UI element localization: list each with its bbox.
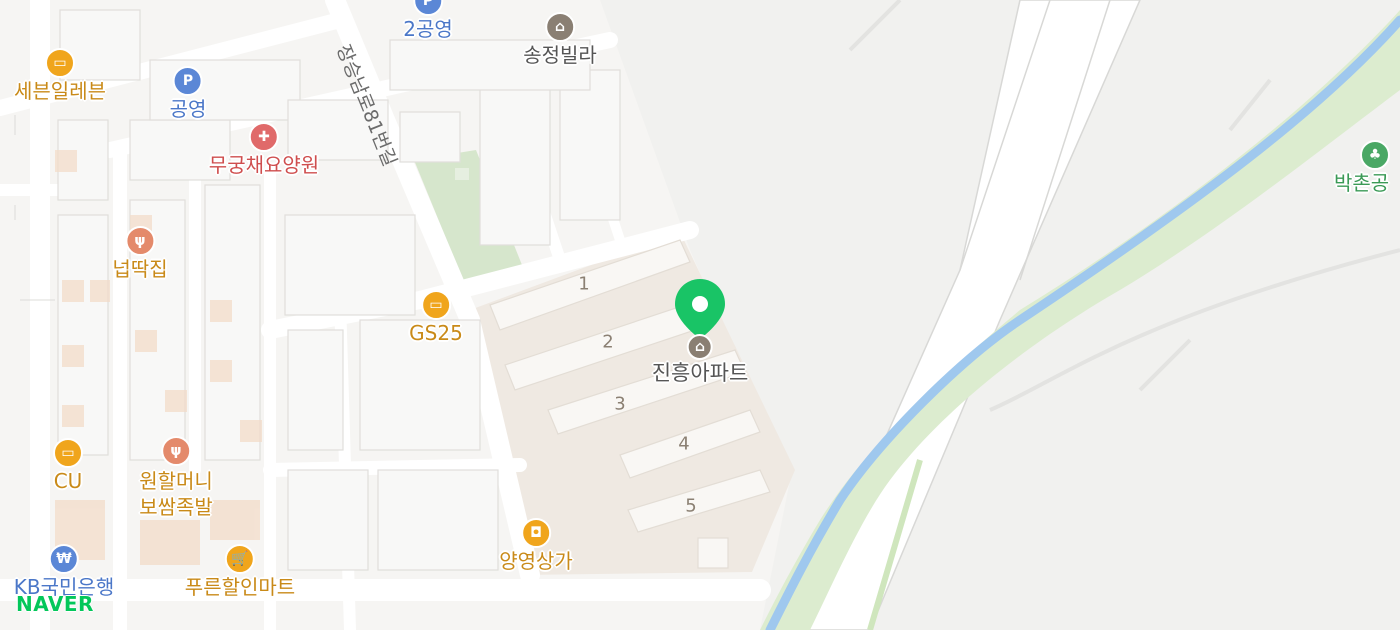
poi-label: 송정빌라	[523, 43, 597, 67]
poi-cu[interactable]: ▭ CU	[53, 438, 83, 493]
poi-bakchon-park[interactable]: ♣ 박촌공	[1334, 140, 1390, 195]
poi-label: 무궁채요양원	[208, 153, 320, 177]
poi-gongyoung[interactable]: P 공영	[169, 66, 207, 121]
building-number-4: 4	[678, 433, 690, 455]
building-number-2: 2	[602, 331, 614, 353]
poi-mugungchae[interactable]: ✚ 무궁채요양원	[209, 122, 319, 177]
poi-label: CU	[53, 469, 83, 493]
poi-seven-eleven[interactable]: ▭ 세븐일레븐	[14, 48, 106, 103]
shopping-bag-icon: ◘	[520, 518, 551, 548]
store-icon: ▭	[45, 48, 75, 78]
building-icon: ⌂	[544, 12, 575, 42]
store-icon: ▭	[53, 438, 83, 468]
bank-icon: ₩	[49, 544, 79, 574]
poi-pureun-mart[interactable]: 🛒 푸른할인마트	[185, 544, 295, 599]
poi-label: 양영상가	[499, 549, 573, 573]
store-icon: ▭	[421, 290, 451, 320]
building-number-3: 3	[614, 393, 626, 415]
naver-logo: NAVER	[16, 592, 94, 616]
poi-kb-bank[interactable]: ₩ KB국민은행	[14, 544, 114, 599]
restaurant-icon: ψ	[160, 436, 191, 466]
selected-place-label: 진흥아파트	[651, 361, 749, 385]
hospital-icon: ✚	[249, 122, 279, 152]
poi-label: 박촌공	[1334, 171, 1390, 195]
poi-label: 넙딱집	[112, 257, 168, 281]
poi-label: 공영	[169, 97, 207, 121]
poi-neoptteok[interactable]: ψ 넙딱집	[112, 226, 168, 281]
building-number-1: 1	[578, 273, 590, 295]
poi-label: GS25	[409, 321, 463, 345]
poi-yangyoung[interactable]: ◘ 양영상가	[499, 518, 573, 573]
parking-icon: P	[413, 0, 443, 16]
poi-gs25[interactable]: ▭ GS25	[409, 290, 463, 345]
building-number-5: 5	[685, 495, 697, 517]
parking-icon: P	[173, 66, 203, 96]
poi-2gongyoung[interactable]: P 2공영	[403, 0, 453, 41]
cart-icon: 🛒	[225, 544, 255, 574]
map-canvas[interactable]: 장승남로81번길 1 2 3 4 5 P 2공영 ⌂ 송정빌라 ▭ 세븐일레븐 …	[0, 0, 1400, 630]
park-tree-icon: ♣	[1360, 140, 1390, 170]
poi-label: 세븐일레븐	[14, 79, 106, 103]
poi-label: 푸른할인마트	[184, 575, 296, 599]
poi-label: 2공영	[403, 17, 453, 41]
building-icon: ⌂	[686, 334, 713, 360]
restaurant-icon: ψ	[124, 226, 155, 256]
poi-songjeong-villa[interactable]: ⌂ 송정빌라	[523, 12, 597, 67]
poi-jinheung-apt[interactable]: ⌂ 진흥아파트	[651, 334, 749, 385]
poi-wonhalmeoni[interactable]: ψ 원할머니 보쌈족발	[139, 436, 213, 520]
poi-label: 원할머니 보쌈족발	[139, 469, 213, 519]
